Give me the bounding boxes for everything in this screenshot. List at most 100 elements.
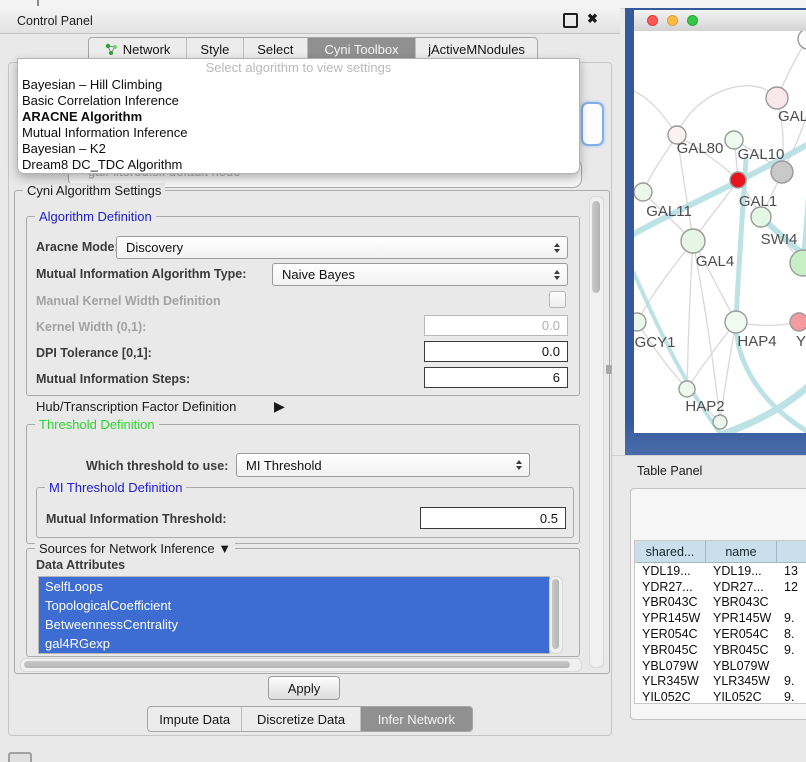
network-canvas[interactable]: GALGAL80GAL10GAL1GAL11GAL4GCY1HAP4YHAP2S… xyxy=(634,31,806,433)
attribute-item[interactable]: BetweennessCentrality xyxy=(39,615,549,634)
sources-legend-text: Sources for Network Inference xyxy=(39,541,215,556)
table-cell: YDR27... xyxy=(635,579,706,595)
network-node[interactable] xyxy=(713,415,727,429)
network-node[interactable] xyxy=(730,172,746,188)
algorithm-option[interactable]: Dream8 DC_TDC Algorithm xyxy=(18,157,579,173)
table-cell: YDL19... xyxy=(635,563,706,579)
settings-horizontal-scrollbar[interactable] xyxy=(20,658,582,672)
algorithm-dropdown-placeholder: Select algorithm to view settings xyxy=(18,59,579,77)
apply-button[interactable]: Apply xyxy=(268,676,340,700)
network-node[interactable] xyxy=(681,229,705,253)
table-cell: YER054C xyxy=(706,626,777,642)
network-node[interactable] xyxy=(771,161,793,183)
mac-minimize-icon[interactable] xyxy=(667,15,678,26)
expand-right-icon[interactable]: ▶ xyxy=(274,398,285,415)
tab-cyni-toolbox[interactable]: Cyni Toolbox xyxy=(308,38,416,60)
mi-steps-field[interactable]: 6 xyxy=(424,367,568,388)
table-row[interactable]: YBR043CYBR043C xyxy=(635,595,806,611)
network-node[interactable] xyxy=(790,313,806,331)
table-row[interactable]: YIL052CYIL052C9. xyxy=(635,689,806,704)
collapse-down-icon[interactable]: ▼ xyxy=(218,541,231,556)
network-node[interactable] xyxy=(634,313,646,331)
toolbar-divider-tick xyxy=(37,0,39,6)
table-row[interactable]: YLR345WYLR345W9. xyxy=(635,674,806,690)
tab-select[interactable]: Select xyxy=(244,38,308,60)
attribute-item[interactable]: gal4RGexp xyxy=(39,634,549,653)
panel-splitter-handle[interactable] xyxy=(606,365,612,374)
table-cell: 8. xyxy=(777,626,806,642)
network-node[interactable] xyxy=(634,183,652,201)
mi-threshold-field[interactable]: 0.5 xyxy=(420,507,566,529)
data-attributes-list[interactable]: SelfLoopsTopologicalCoefficientBetweenne… xyxy=(38,576,550,654)
tab-impute-data[interactable]: Impute Data xyxy=(148,707,242,731)
column-header[interactable]: shared... xyxy=(635,541,706,562)
table-cell xyxy=(777,595,806,611)
attribute-item[interactable]: TopologicalCoefficient xyxy=(39,596,549,615)
table-row[interactable]: YDL19...YDL19...13 xyxy=(635,563,806,579)
tab-select-label: Select xyxy=(257,42,293,57)
table-cell: YIL052C xyxy=(706,689,777,704)
settings-hscrollbar-thumb[interactable] xyxy=(24,661,570,668)
network-window[interactable]: GALGAL80GAL10GAL1GAL11GAL4GCY1HAP4YHAP2S… xyxy=(625,8,806,455)
network-node[interactable] xyxy=(798,31,806,49)
aracne-mode-combobox[interactable]: Discovery xyxy=(116,236,568,259)
hub-definition-toggle-label[interactable]: Hub/Transcription Factor Definition xyxy=(36,399,236,414)
float-panel-icon[interactable] xyxy=(563,13,578,28)
node-label: HAP4 xyxy=(737,333,776,350)
table-row[interactable]: YBL079WYBL079W xyxy=(635,658,806,674)
algorithm-option[interactable]: Bayesian – K2 xyxy=(18,141,579,157)
table-cell: 9. xyxy=(777,610,806,626)
algorithm-option[interactable]: Basic Correlation Inference xyxy=(18,93,579,109)
settings-scrollbar-thumb[interactable] xyxy=(592,201,600,293)
algorithm-combobox-focus-edge[interactable] xyxy=(581,102,604,146)
manual-kernel-width-checkbox[interactable] xyxy=(549,291,566,308)
node-label: GAL xyxy=(778,108,806,125)
network-icon xyxy=(105,43,118,56)
kernel-width-field[interactable]: 0.0 xyxy=(424,315,568,336)
which-threshold-value: MI Threshold xyxy=(246,458,322,473)
table-row[interactable]: YPR145WYPR145W9. xyxy=(635,610,806,626)
attribute-item[interactable]: SelfLoops xyxy=(39,577,549,596)
tab-discretize-data[interactable]: Discretize Data xyxy=(242,707,360,731)
algorithm-option[interactable]: ARACNE Algorithm xyxy=(18,109,579,125)
table-row[interactable]: YDR27...YDR27...12 xyxy=(635,579,806,595)
node-label: GAL10 xyxy=(738,146,785,163)
algorithm-option[interactable]: Mutual Information Inference xyxy=(18,125,579,141)
column-header[interactable]: A xyxy=(777,541,806,562)
table-cell: YBR045C xyxy=(706,642,777,658)
table-row[interactable]: YBR045CYBR045C9. xyxy=(635,642,806,658)
network-node[interactable] xyxy=(790,250,806,276)
kernel-width-label: Kernel Width (0,1): xyxy=(36,320,146,334)
network-node[interactable] xyxy=(725,311,747,333)
network-node[interactable] xyxy=(766,87,788,109)
dpi-tolerance-field[interactable]: 0.0 xyxy=(424,341,568,362)
tab-jactivemnodules[interactable]: jActiveMNodules xyxy=(416,38,537,60)
minimized-panel-stub[interactable] xyxy=(8,752,32,762)
column-header[interactable]: name xyxy=(706,541,777,562)
tab-impute-data-label: Impute Data xyxy=(159,712,230,727)
aracne-mode-label: Aracne Mode: xyxy=(36,240,119,254)
tab-infer-network[interactable]: Infer Network xyxy=(361,707,472,731)
table-cell: YLR345W xyxy=(635,674,706,690)
mi-threshold-label: Mutual Information Threshold: xyxy=(46,512,227,526)
stepper-arrows-icon xyxy=(554,243,560,253)
table-row[interactable]: YER054CYER054C8. xyxy=(635,626,806,642)
network-node[interactable] xyxy=(751,207,771,227)
mac-close-icon[interactable] xyxy=(647,15,658,26)
tab-cyni-toolbox-label: Cyni Toolbox xyxy=(324,42,398,57)
attributes-vertical-scrollbar[interactable] xyxy=(549,576,563,654)
tab-network[interactable]: Network xyxy=(89,38,187,60)
which-threshold-combobox[interactable]: MI Threshold xyxy=(236,453,530,477)
settings-vertical-scrollbar[interactable] xyxy=(589,196,604,668)
mac-zoom-icon[interactable] xyxy=(687,15,698,26)
network-window-titlebar[interactable] xyxy=(634,10,806,32)
algorithm-option[interactable]: Bayesian – Hill Climbing xyxy=(18,77,579,93)
table-body: YDL19...YDL19...13YDR27...YDR27...12YBR0… xyxy=(635,563,806,704)
table-cell: YLR345W xyxy=(706,674,777,690)
network-node[interactable] xyxy=(679,381,695,397)
attributes-scrollbar-thumb[interactable] xyxy=(552,579,559,649)
close-panel-icon[interactable]: ✖ xyxy=(587,11,598,27)
table-cell: 9. xyxy=(777,689,806,704)
mi-algorithm-type-combobox[interactable]: Naive Bayes xyxy=(272,263,568,286)
tab-style[interactable]: Style xyxy=(187,38,244,60)
